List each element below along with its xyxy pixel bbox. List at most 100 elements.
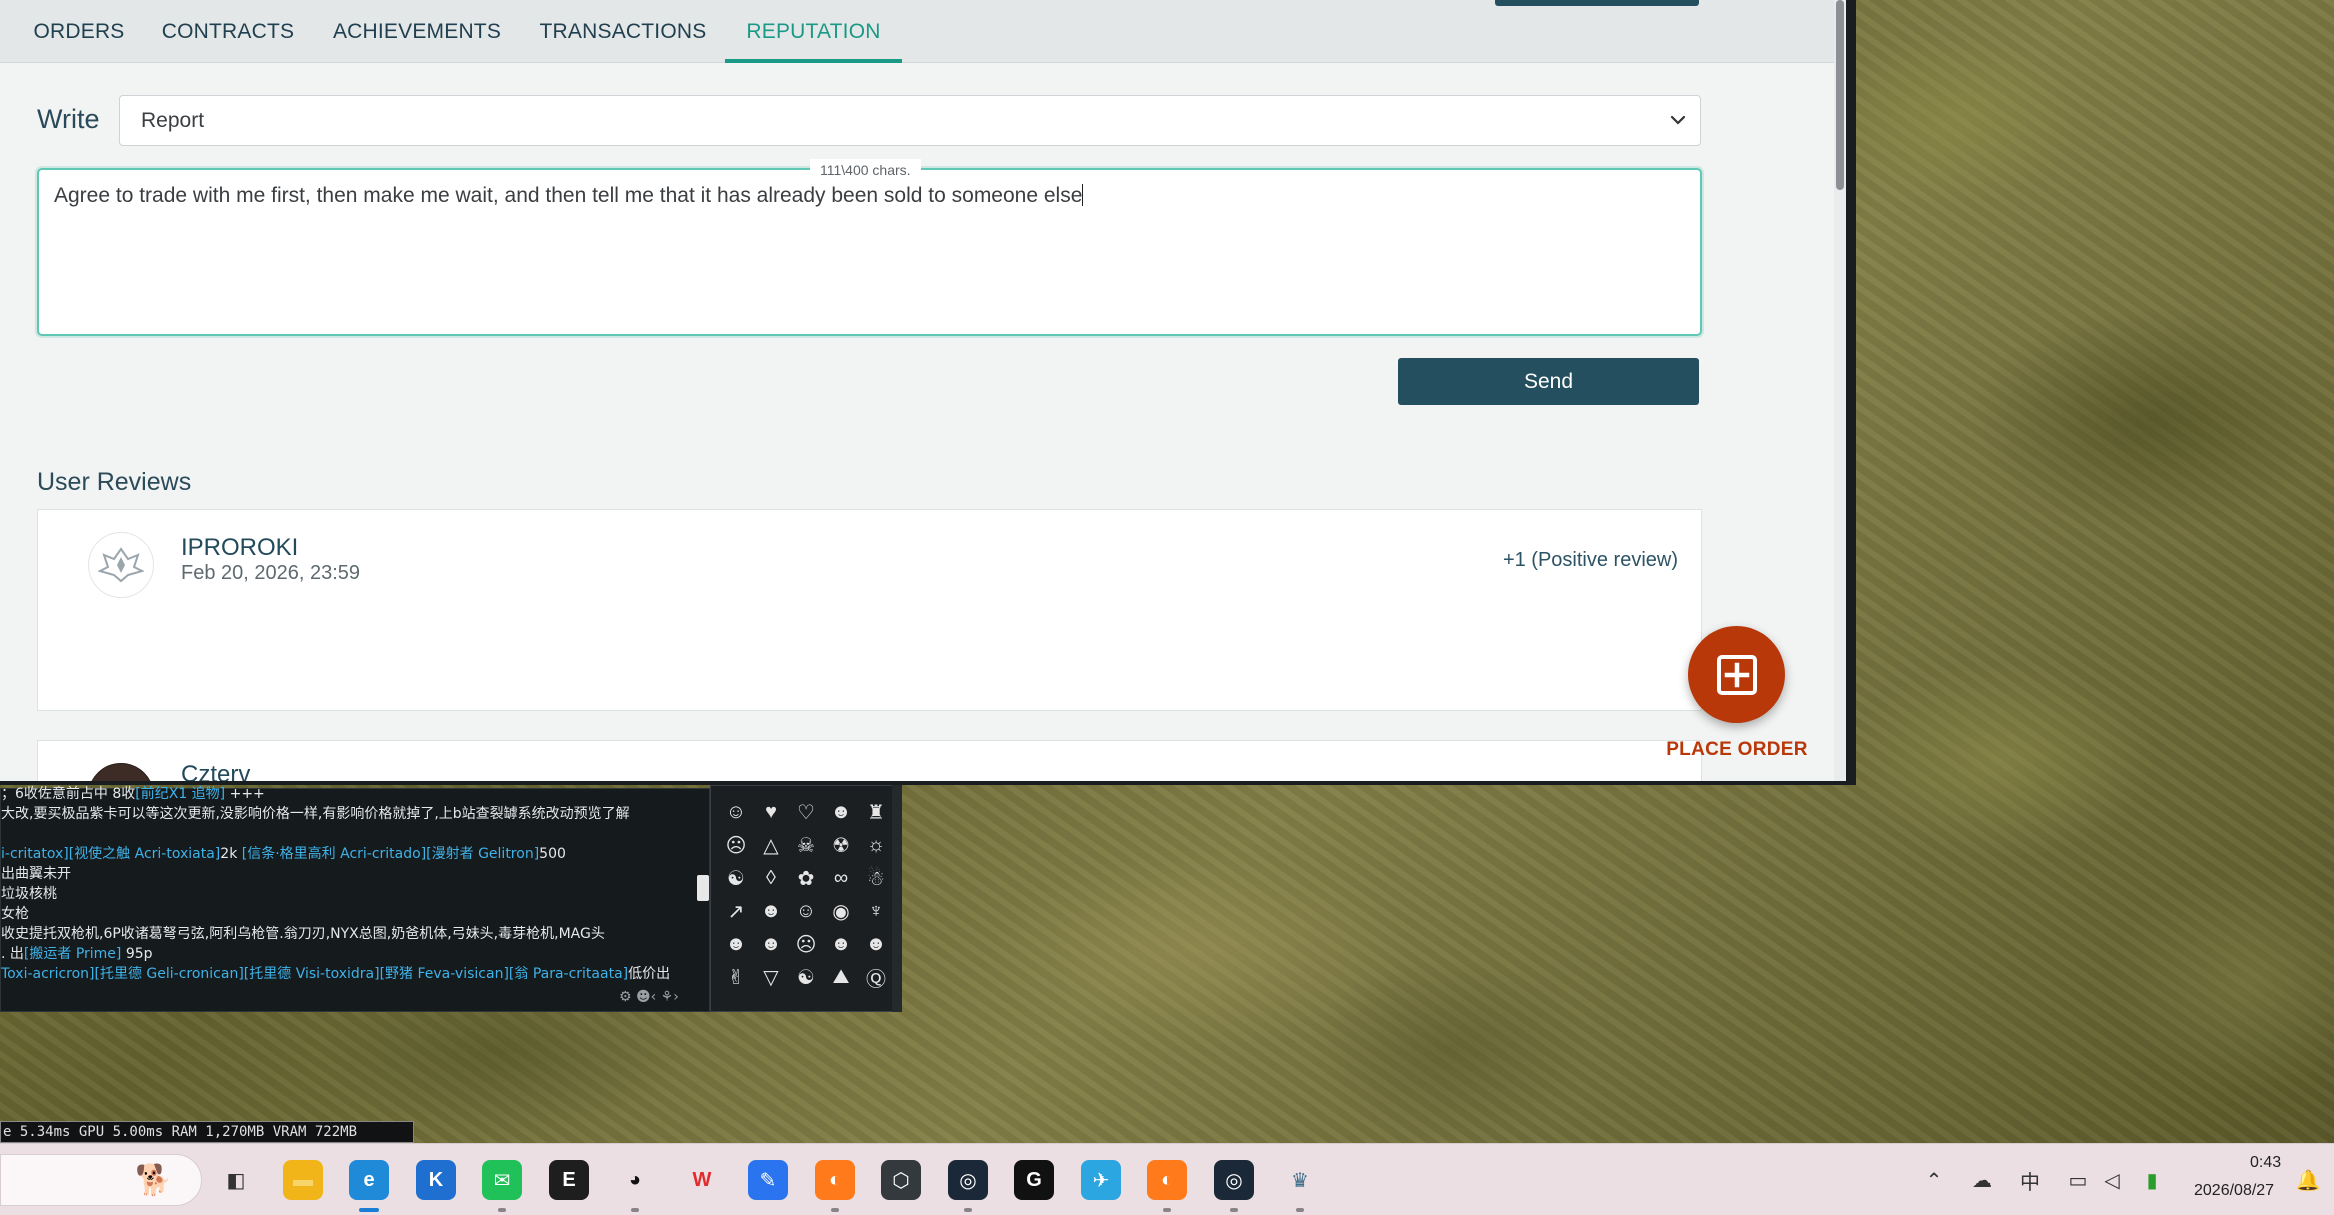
- chat-footer-icons[interactable]: ⚙ ☻‹ ⚘›: [619, 989, 679, 1005]
- review-username[interactable]: Czterv: [181, 761, 250, 781]
- chevron-up-icon[interactable]: ⌃: [1922, 1168, 1946, 1192]
- running-indicator: [1230, 1208, 1238, 1212]
- chat-scroll-handle[interactable]: [697, 875, 709, 901]
- avatar[interactable]: [88, 763, 154, 781]
- chat-text: . 出: [1, 946, 24, 962]
- chat-text: +++: [225, 786, 265, 802]
- emoji-icon[interactable]: ◊: [754, 862, 788, 895]
- emoji-icon[interactable]: ☃: [859, 862, 893, 895]
- edge-icon[interactable]: e: [349, 1160, 389, 1200]
- network-icon[interactable]: ▭: [2066, 1168, 2090, 1192]
- chat-item-link[interactable]: [前纪X1 追物]: [135, 786, 225, 802]
- g-app-icon[interactable]: G: [1014, 1160, 1054, 1200]
- avatar[interactable]: [88, 532, 154, 598]
- emoji-icon[interactable]: ☹: [789, 928, 823, 961]
- page-scrollbar-thumb[interactable]: [1836, 0, 1844, 190]
- emoji-icon[interactable]: ☼: [859, 829, 893, 862]
- tab-transactions[interactable]: TRANSACTIONS: [530, 0, 716, 63]
- emoji-icon[interactable]: ☹: [719, 829, 753, 862]
- emoji-icon[interactable]: ♜: [859, 796, 893, 829]
- review-type-select[interactable]: Report: [119, 95, 1701, 146]
- emoji-icon[interactable]: ♆: [859, 895, 893, 928]
- review-type-value: Report: [141, 108, 205, 132]
- cube-app-icon[interactable]: ⬡: [881, 1160, 921, 1200]
- chat-text: 2k: [220, 846, 242, 862]
- emoji-icon[interactable]: ∞: [824, 862, 858, 895]
- feishu-icon[interactable]: ✎: [748, 1160, 788, 1200]
- emoji-icon[interactable]: ☢: [824, 829, 858, 862]
- emoji-icon[interactable]: ◉: [824, 895, 858, 928]
- browser-orange-icon[interactable]: ◐: [815, 1160, 855, 1200]
- emoji-icon[interactable]: ☻: [859, 928, 893, 961]
- emoji-icon[interactable]: ♡: [789, 796, 823, 829]
- emoji-icon[interactable]: ☻: [719, 928, 753, 961]
- emoji-scrollbar[interactable]: [892, 785, 902, 1012]
- wechat-icon[interactable]: ✉: [482, 1160, 522, 1200]
- emoji-icon[interactable]: ↗: [719, 895, 753, 928]
- page-scrollbar[interactable]: [1834, 0, 1846, 781]
- browser-orange-2-icon[interactable]: ◐: [1147, 1160, 1187, 1200]
- chat-line: 大改,要买极品紫卡可以等这次更新,没影响价格一样,有影响价格就掉了,上b站查裂罅…: [1, 803, 696, 823]
- chat-text: 低价出: [628, 966, 671, 982]
- emoji-icon[interactable]: Ⓠ: [859, 961, 893, 994]
- chat-item-link[interactable]: [信条·格里高利 Acri-critado][漫射者 Gelitron]: [242, 846, 539, 862]
- emoji-icon[interactable]: △: [754, 829, 788, 862]
- clock-date[interactable]: 2026/08/27: [2194, 1182, 2274, 1200]
- chat-text: 垃圾核桃: [1, 886, 57, 902]
- review-card: IPROROKI Feb 20, 2026, 23:59 +1 (Positiv…: [37, 509, 1702, 711]
- emoji-icon[interactable]: ✿: [789, 862, 823, 895]
- tab-contracts[interactable]: CONTRACTS: [152, 0, 304, 63]
- tab-orders[interactable]: ORDERS: [22, 0, 136, 63]
- chat-item-link[interactable]: i-critatox][: [1, 846, 74, 862]
- clock-time[interactable]: 0:43: [2250, 1154, 2281, 1172]
- place-order-label[interactable]: PLACE ORDER: [1645, 739, 1829, 761]
- emoji-icon[interactable]: ▽: [754, 961, 788, 994]
- warframe-icon[interactable]: ♛: [1280, 1160, 1320, 1200]
- emoji-icon[interactable]: ☯: [789, 961, 823, 994]
- plane-app-icon[interactable]: ✈: [1081, 1160, 1121, 1200]
- chat-line: 出曲翼未开: [1, 863, 696, 883]
- epic-games-icon[interactable]: E: [549, 1160, 589, 1200]
- taskbar-search-box[interactable]: 🐕: [0, 1154, 202, 1206]
- ime-indicator[interactable]: 中: [2018, 1168, 2042, 1194]
- profile-nav-tabs: ORDERS CONTRACTS ACHIEVEMENTS TRANSACTIO…: [0, 0, 1834, 63]
- emoji-icon[interactable]: ☺: [719, 796, 753, 829]
- emoji-icon[interactable]: ✌: [719, 961, 753, 994]
- running-indicator: [359, 1208, 379, 1212]
- review-username[interactable]: IPROROKI: [181, 534, 298, 562]
- emoji-icon[interactable]: ☻: [824, 796, 858, 829]
- steam-2-icon[interactable]: ◎: [1214, 1160, 1254, 1200]
- send-button[interactable]: Send: [1398, 358, 1699, 405]
- performance-overlay: e 5.34ms GPU 5.00ms RAM 1,270MB VRAM 722…: [0, 1121, 414, 1143]
- cloud-icon[interactable]: ☁: [1970, 1168, 1994, 1192]
- place-order-button[interactable]: [1688, 626, 1785, 723]
- emoji-icon[interactable]: ☺: [789, 895, 823, 928]
- battery-icon[interactable]: ▮: [2140, 1168, 2164, 1192]
- kk-app-icon[interactable]: K: [416, 1160, 456, 1200]
- steam-icon[interactable]: ◎: [948, 1160, 988, 1200]
- tab-reputation[interactable]: REPUTATION: [725, 0, 902, 63]
- tab-achievements[interactable]: ACHIEVEMENTS: [320, 0, 514, 63]
- running-indicator: [631, 1208, 639, 1212]
- header-button-edge[interactable]: [1495, 0, 1699, 6]
- emoji-icon[interactable]: ⛰: [824, 961, 858, 994]
- chat-item-link[interactable]: 视使之触 Acri-toxiata]: [74, 846, 220, 862]
- task-view-icon[interactable]: ◧: [216, 1160, 256, 1200]
- chat-item-link[interactable]: Toxi-acricron][托里德 Geli-cronican][托里德 Vi…: [1, 966, 628, 982]
- emoji-icon[interactable]: ☯: [719, 862, 753, 895]
- chat-item-link[interactable]: [搬运者 Prime]: [24, 946, 121, 962]
- user-reviews-heading: User Reviews: [37, 468, 192, 496]
- qq-icon[interactable]: ◕: [615, 1160, 655, 1200]
- chat-text: 收史提托双枪机,6P收诸葛弩弓弦,阿利乌枪管.翁刀刃,NYX总图,奶爸机体,弓妹…: [1, 926, 605, 942]
- emoji-icon[interactable]: ♥: [754, 796, 788, 829]
- emoji-icon[interactable]: ☠: [789, 829, 823, 862]
- emoji-icon[interactable]: ☻: [754, 928, 788, 961]
- file-explorer-icon[interactable]: ▬: [283, 1160, 323, 1200]
- review-textarea[interactable]: Agree to trade with me first, then make …: [37, 168, 1702, 336]
- volume-icon[interactable]: ◁: [2100, 1168, 2124, 1192]
- wps-icon[interactable]: W: [682, 1160, 722, 1200]
- emoji-icon[interactable]: ☻: [754, 895, 788, 928]
- running-indicator: [498, 1208, 506, 1212]
- notification-bell-icon[interactable]: 🔔: [2296, 1168, 2321, 1192]
- emoji-icon[interactable]: ☻: [824, 928, 858, 961]
